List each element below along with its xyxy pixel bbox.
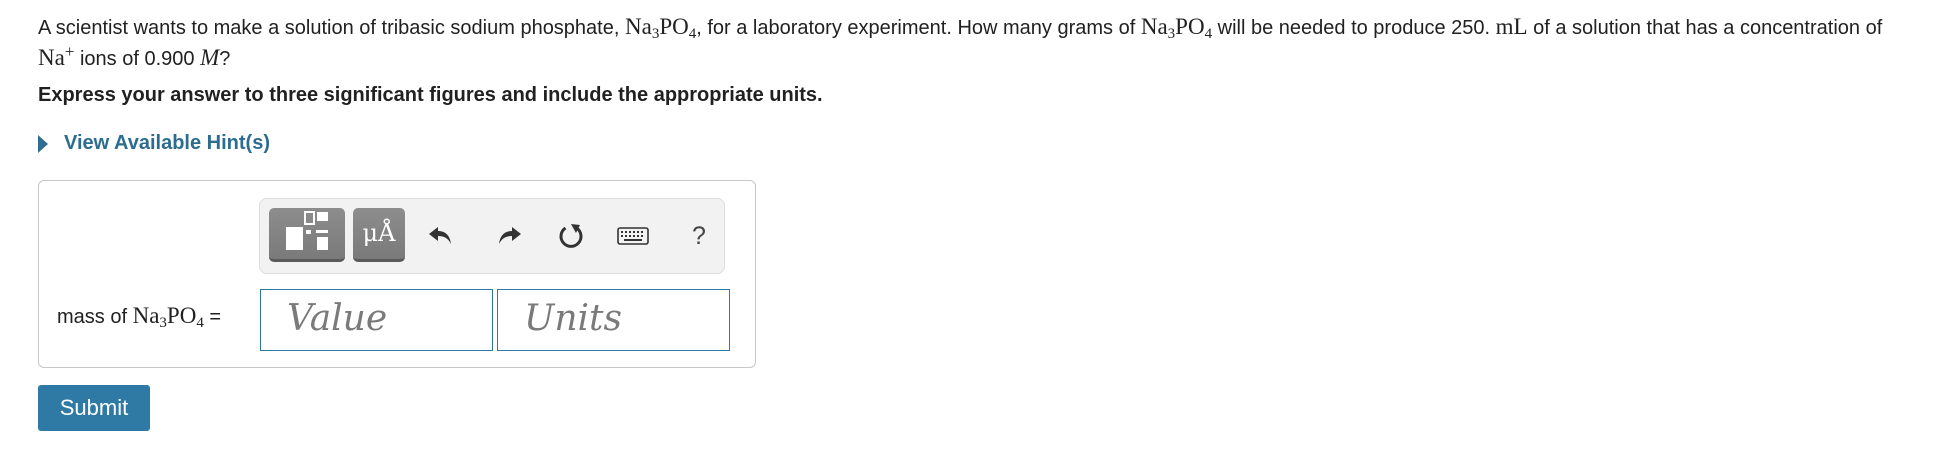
undo-icon — [429, 227, 451, 244]
ion-na: Na+ — [38, 42, 75, 70]
redo-icon — [499, 227, 521, 244]
help-icon: ? — [692, 221, 706, 250]
reset-button[interactable] — [553, 218, 589, 254]
answer-box: μÅ ? mass of Na3PO4 = Value Units — [38, 180, 756, 368]
templates-button[interactable] — [269, 208, 345, 262]
molarity-unit: M — [200, 45, 220, 70]
hint-label: View Available Hint(s) — [64, 132, 270, 154]
symbols-icon: μÅ — [362, 219, 396, 247]
answer-label: mass of Na3PO4 = — [57, 303, 222, 331]
math-toolbar: μÅ ? — [259, 198, 725, 274]
formula-na3po4: Na3PO4 — [132, 303, 204, 331]
symbols-button[interactable]: μÅ — [353, 208, 405, 262]
view-hints-link[interactable]: View Available Hint(s) — [38, 132, 270, 155]
keyboard-button[interactable] — [615, 218, 651, 254]
submit-button[interactable]: Submit — [38, 385, 150, 431]
instruction-text: Express your answer to three significant… — [38, 84, 823, 106]
redo-button[interactable] — [491, 218, 527, 254]
undo-button[interactable] — [423, 218, 459, 254]
units-input[interactable]: Units — [497, 289, 730, 351]
keyboard-icon — [617, 227, 649, 245]
formula-na3po4: Na3PO4 — [1140, 14, 1213, 42]
formula-na3po4: Na3PO4 — [624, 14, 697, 42]
unit-ml: mL — [1495, 14, 1528, 39]
reset-icon — [559, 224, 583, 248]
question-text: A scientist wants to make a solution of … — [38, 14, 1883, 70]
templates-icon — [286, 211, 328, 250]
value-input[interactable]: Value — [260, 289, 493, 351]
help-button[interactable]: ? — [681, 218, 717, 254]
expand-triangle-icon — [38, 134, 48, 153]
